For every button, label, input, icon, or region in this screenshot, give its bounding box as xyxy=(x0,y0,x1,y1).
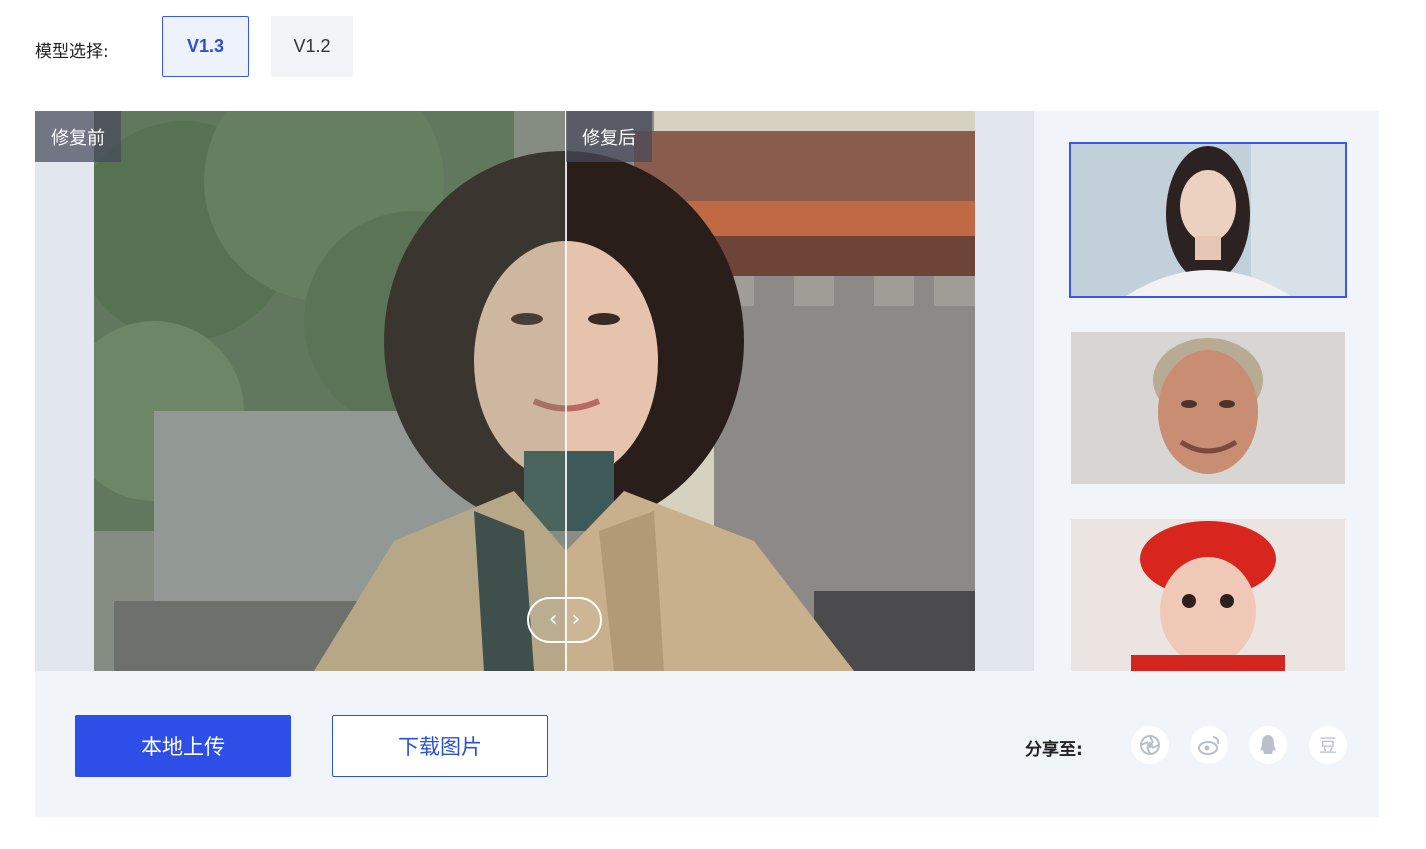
share-label: 分享至: xyxy=(1025,740,1083,760)
restore-panel: 修复前 修复后 ‹ › 本地上传 下载图片 分享至: 豆 xyxy=(35,111,1379,817)
comparison-photo xyxy=(94,111,975,671)
model-option-v1-3[interactable]: V1.3 xyxy=(162,16,249,77)
local-upload-button[interactable]: 本地上传 xyxy=(75,715,291,777)
model-select-label: 模型选择: xyxy=(35,42,109,62)
before-after-viewer: 修复前 修复后 ‹ › xyxy=(35,111,1034,671)
compare-divider-line[interactable] xyxy=(565,111,567,671)
sample-thumbnail-child[interactable] xyxy=(1071,519,1345,671)
weibo-icon[interactable] xyxy=(1190,726,1228,764)
before-side-tint xyxy=(94,111,565,671)
sample-thumbnail-woman[interactable] xyxy=(1069,142,1347,298)
before-label: 修复前 xyxy=(35,111,121,162)
camera-aperture-icon[interactable] xyxy=(1131,726,1169,764)
after-label: 修复后 xyxy=(566,111,652,162)
sample-thumbnail-man[interactable] xyxy=(1071,332,1345,484)
compare-slider-handle[interactable]: ‹ › xyxy=(527,597,602,643)
qq-icon[interactable] xyxy=(1249,726,1287,764)
download-image-button[interactable]: 下载图片 xyxy=(332,715,548,777)
chevron-right-icon: › xyxy=(571,607,581,632)
model-option-v1-2[interactable]: V1.2 xyxy=(271,16,353,77)
douban-icon[interactable]: 豆 xyxy=(1309,726,1347,764)
chevron-left-icon: ‹ xyxy=(548,607,558,632)
